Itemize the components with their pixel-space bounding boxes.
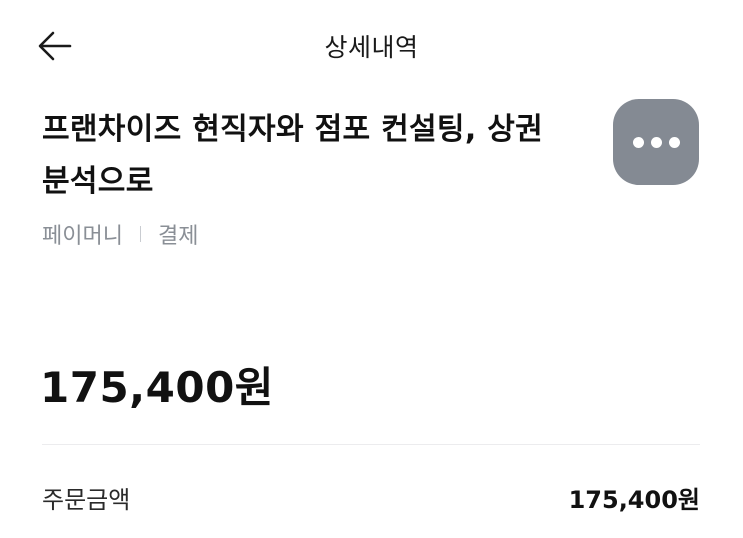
total-amount: 175,400원 — [40, 363, 274, 412]
merchant-title-line-1: 프랜차이즈 현직자와 점포 컨설팅, 상권 — [42, 112, 544, 147]
merchant-title-line-2: 분석으로 — [42, 164, 154, 199]
more-horizontal-icon-dot — [650, 136, 662, 148]
more-horizontal-icon-dot — [668, 136, 680, 148]
payment-meta: 페이머니 결제 — [42, 218, 198, 250]
meta-divider — [139, 226, 141, 242]
payment-type: 결제 — [157, 224, 199, 249]
section-divider — [42, 444, 700, 445]
page-title: 상세내역 — [324, 33, 419, 62]
order-amount-row: 주문금액 175,400원 — [42, 480, 700, 515]
order-amount-label: 주문금액 — [42, 486, 131, 514]
more-options-button[interactable] — [613, 99, 699, 185]
merchant-title: 프랜차이즈 현직자와 점포 컨설팅, 상권 분석으로 — [42, 104, 602, 208]
more-horizontal-icon — [632, 136, 644, 148]
top-bar: 상세내역 — [0, 0, 743, 92]
payment-method: 페이머니 — [42, 224, 123, 249]
order-amount-value: 175,400원 — [568, 486, 700, 514]
